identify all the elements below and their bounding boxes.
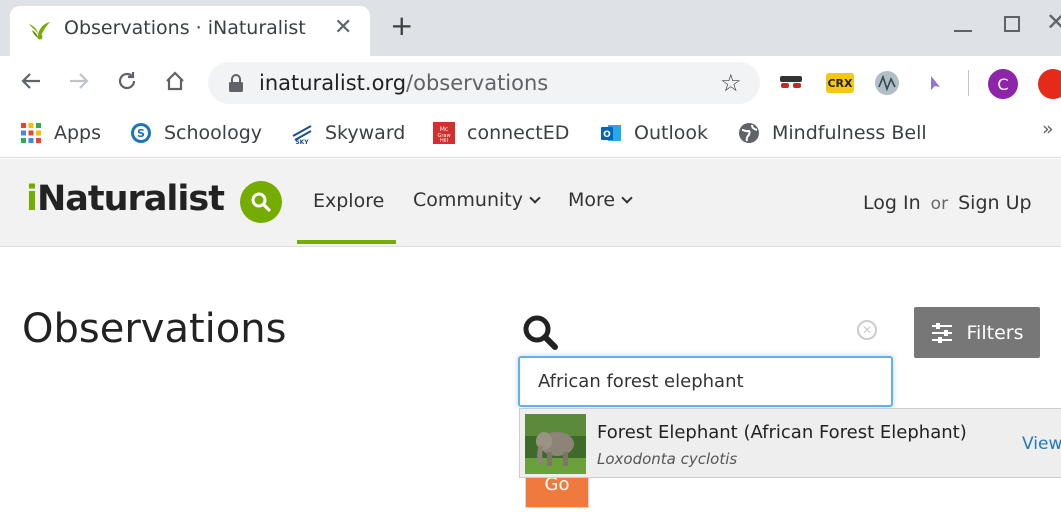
pointer-extension-icon[interactable] [922, 70, 948, 96]
incognito-extension-icon[interactable] [778, 70, 804, 96]
window-maximize-icon[interactable] [1004, 16, 1020, 32]
lock-icon [229, 74, 243, 92]
species-search-input[interactable] [518, 356, 893, 407]
browser-tab-strip: Observations · iNaturalist ✕ + ✕ [0, 0, 1061, 56]
header-search-button[interactable] [240, 181, 282, 223]
chevron-down-icon [621, 192, 633, 204]
go-button[interactable]: Go [525, 474, 589, 508]
browser-toolbar: inaturalist.org/observations ☆ CRX C [0, 56, 1061, 108]
new-tab-button[interactable]: + [390, 12, 413, 40]
bookmark-schoology[interactable]: S Schoology [130, 120, 262, 146]
bookmarks-bar: Apps S Schoology SKY Skyward Mc Graw Hill … [0, 108, 1061, 158]
outlook-icon: O [601, 125, 621, 141]
bookmark-outlook[interactable]: O Outlook [600, 120, 708, 146]
search-icon [523, 315, 558, 350]
inaturalist-bird-icon [29, 22, 50, 40]
active-nav-indicator [297, 240, 396, 244]
suggestion-common-name: Forest Elephant (African Forest Elephant… [597, 422, 967, 443]
home-icon[interactable] [160, 66, 190, 96]
waveform-extension-icon[interactable] [874, 70, 900, 96]
crx-extension-icon[interactable]: CRX [826, 73, 854, 93]
elephant-thumbnail [525, 414, 586, 474]
forward-arrow-icon[interactable] [64, 66, 94, 96]
globe-icon [739, 123, 759, 143]
bookmarks-overflow-button[interactable]: » [1042, 118, 1054, 140]
skyward-icon: SKY [292, 125, 312, 144]
bookmark-label: connectED [467, 122, 570, 144]
window-minimize-icon[interactable] [954, 30, 972, 32]
bookmark-label: Mindfulness Bell [772, 122, 927, 144]
suggestion-view-link[interactable]: View [1022, 434, 1061, 454]
tab-close-icon[interactable]: ✕ [334, 15, 352, 40]
tab-title: Observations · iNaturalist [64, 17, 306, 39]
bookmark-mindfulness-bell[interactable]: Mindfulness Bell [738, 120, 927, 146]
url-text: inaturalist.org/observations [259, 71, 549, 95]
auth-or-text: or [930, 194, 949, 214]
mcgraw-hill-icon: McGrawHill [433, 122, 455, 144]
profile-avatar[interactable]: C [988, 69, 1018, 99]
sliders-icon [931, 322, 952, 343]
bookmark-skyward[interactable]: SKY Skyward [291, 120, 405, 146]
site-header: iNaturalist Explore Community More Log I… [0, 159, 1061, 247]
filters-button[interactable]: Filters [914, 307, 1040, 358]
search-icon [251, 192, 271, 212]
back-arrow-icon[interactable] [16, 66, 46, 96]
toolbar-separator [968, 70, 969, 96]
nav-community[interactable]: Community [413, 189, 541, 211]
clear-search-icon[interactable]: ✕ [857, 320, 877, 340]
auth-links: Log In or Sign Up [863, 192, 1032, 214]
reload-icon[interactable] [112, 66, 142, 96]
bookmark-label: Apps [54, 122, 102, 144]
address-bar[interactable]: inaturalist.org/observations ☆ [208, 62, 760, 104]
svg-text:SKY: SKY [295, 139, 309, 144]
autocomplete-suggestion[interactable]: Forest Elephant (African Forest Elephant… [519, 408, 1061, 478]
update-extension-icon[interactable] [1038, 69, 1061, 99]
suggestion-scientific-name: Loxodonta cyclotis [597, 450, 738, 468]
login-link[interactable]: Log In [863, 192, 921, 214]
filters-label: Filters [966, 321, 1024, 344]
chevron-down-icon [529, 192, 541, 204]
inaturalist-logo[interactable]: iNaturalist [26, 179, 225, 219]
browser-tab[interactable]: Observations · iNaturalist ✕ [10, 6, 370, 56]
nav-explore[interactable]: Explore [313, 190, 384, 212]
bookmark-connected[interactable]: Mc Graw Hill connectED [433, 120, 569, 146]
bookmark-apps[interactable]: Apps [20, 120, 101, 146]
svg-text:O: O [603, 130, 611, 140]
page-title: Observations [22, 306, 287, 352]
svg-text:Mc: Mc [440, 126, 448, 133]
schoology-icon: S [131, 123, 151, 143]
bookmark-label: Skyward [325, 122, 406, 144]
bookmark-star-icon[interactable]: ☆ [720, 69, 742, 97]
nav-more[interactable]: More [568, 189, 633, 211]
bookmark-label: Outlook [634, 122, 708, 144]
svg-text:S: S [137, 127, 145, 140]
window-close-icon[interactable]: ✕ [1046, 8, 1061, 36]
apps-grid-icon [21, 123, 41, 143]
svg-text:Hill: Hill [440, 138, 448, 144]
bookmark-label: Schoology [164, 122, 263, 144]
signup-link[interactable]: Sign Up [958, 192, 1031, 214]
